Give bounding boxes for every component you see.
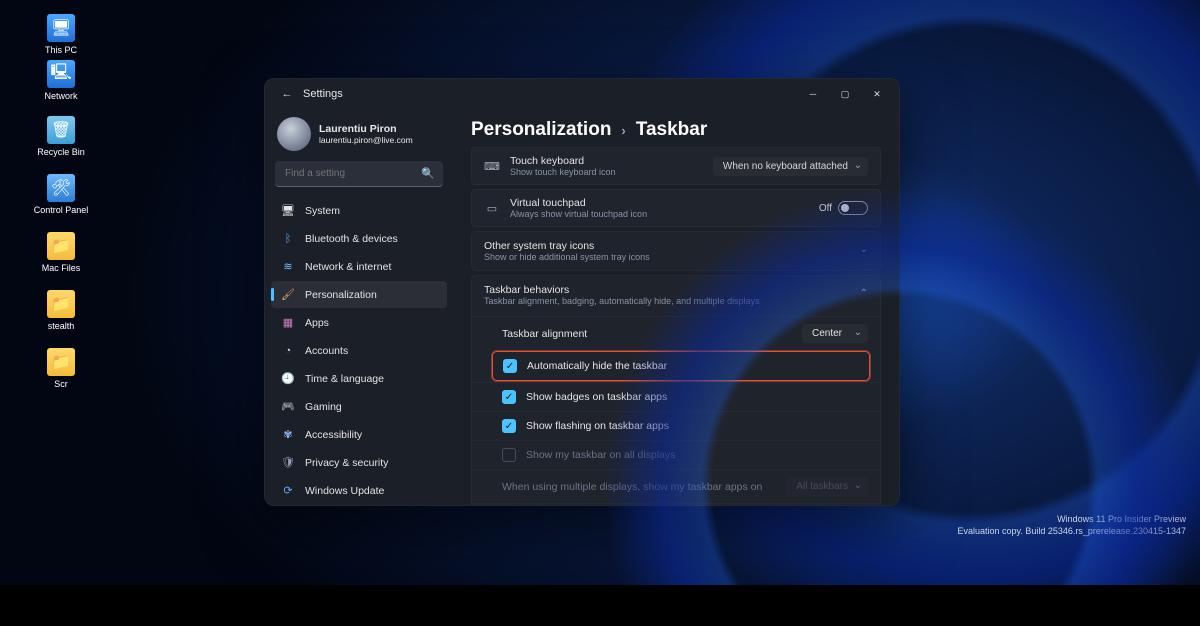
- expander-taskbar-behaviors: Taskbar behaviors Taskbar alignment, bad…: [471, 275, 881, 505]
- avatar: [277, 117, 311, 151]
- wifi-icon: ≋: [281, 260, 295, 274]
- setting-multi-display-apps: When using multiple displays, show my ta…: [472, 469, 880, 503]
- expander-head-taskbar-behaviors[interactable]: Taskbar behaviors Taskbar alignment, bad…: [472, 276, 880, 314]
- nav-windows-update[interactable]: ⟳Windows Update: [271, 477, 447, 504]
- folder-icon: 📁: [47, 290, 75, 318]
- settings-scroll[interactable]: ⌨ Touch keyboard Show touch keyboard ico…: [453, 147, 899, 505]
- desktop-icon-label: Network: [26, 91, 96, 101]
- setting-show-flashing[interactable]: ✓ Show flashing on taskbar apps: [472, 411, 880, 440]
- touchpad-icon: ▭: [484, 202, 500, 215]
- desktop-icon-label: Mac Files: [26, 263, 96, 273]
- desktop-icon-label: This PC: [26, 45, 96, 55]
- desktop-icon-stealth[interactable]: 📁 stealth: [26, 290, 96, 331]
- minimize-button[interactable]: ─: [797, 79, 829, 109]
- settings-window: ← Settings ─ ▢ ✕ Laurentiu Piron laurent…: [264, 78, 900, 506]
- nav-bluetooth[interactable]: ᛒBluetooth & devices: [271, 225, 447, 252]
- folder-icon: 📁: [47, 348, 75, 376]
- expander-other-tray-icons: Other system tray icons Show or hide add…: [471, 231, 881, 271]
- nav-system[interactable]: 🖥System: [271, 197, 447, 224]
- search-input[interactable]: [275, 161, 443, 187]
- control-panel-icon: 🛠: [47, 174, 75, 202]
- user-name: Laurentiu Piron: [319, 123, 413, 135]
- search-box: 🔍: [275, 161, 443, 187]
- virtual-touchpad-toggle[interactable]: [838, 201, 868, 215]
- setting-auto-hide-taskbar[interactable]: ✓ Automatically hide the taskbar: [492, 351, 870, 381]
- taskbar-alignment-dropdown[interactable]: Center: [802, 324, 868, 343]
- shield-icon: 🛡: [281, 456, 295, 470]
- folder-icon: 📁: [47, 232, 75, 260]
- titlebar: ← Settings ─ ▢ ✕: [265, 79, 899, 109]
- nav-gaming[interactable]: 🎮Gaming: [271, 393, 447, 420]
- nav-personalization[interactable]: 🖌Personalization: [271, 281, 447, 308]
- desktop-icon-scr[interactable]: 📁 Scr: [26, 348, 96, 389]
- nav-apps[interactable]: ▦Apps: [271, 309, 447, 336]
- user-account-row[interactable]: Laurentiu Piron laurentiu.piron@live.com: [271, 109, 447, 161]
- chevron-right-icon: ›: [621, 123, 625, 138]
- nav-network[interactable]: ≋Network & internet: [271, 253, 447, 280]
- desktop-icon-label: stealth: [26, 321, 96, 331]
- chevron-down-icon: ⌄: [860, 244, 868, 255]
- auto-hide-checkbox[interactable]: ✓: [503, 359, 517, 373]
- desktop-icon-recycle-bin[interactable]: 🗑 Recycle Bin: [26, 116, 96, 157]
- chevron-up-icon: ⌃: [860, 288, 868, 299]
- user-email: laurentiu.piron@live.com: [319, 135, 413, 145]
- keyboard-icon: ⌨: [484, 160, 500, 173]
- recycle-bin-icon: 🗑: [47, 116, 75, 144]
- network-icon: 🖳: [47, 60, 75, 88]
- desktop-icon-control-panel[interactable]: 🛠 Control Panel: [26, 174, 96, 215]
- pc-icon: 🖥: [47, 14, 75, 42]
- back-button[interactable]: ←: [271, 88, 303, 100]
- nav-privacy[interactable]: 🛡Privacy & security: [271, 449, 447, 476]
- expander-head-other-tray-icons[interactable]: Other system tray icons Show or hide add…: [472, 232, 880, 270]
- accessibility-icon: ✾: [281, 428, 295, 442]
- system-icon: 🖥: [281, 204, 295, 218]
- desktop-icon-label: Control Panel: [26, 205, 96, 215]
- windows-watermark: Windows 11 Pro Insider Preview Evaluatio…: [958, 513, 1187, 537]
- setting-taskbar-alignment: Taskbar alignment Center: [472, 316, 880, 350]
- search-icon: 🔍: [421, 167, 435, 180]
- content: Personalization › Taskbar ⌨ Touch keyboa…: [453, 109, 899, 505]
- breadcrumb: Personalization › Taskbar: [453, 109, 899, 147]
- all-displays-checkbox: [502, 448, 516, 462]
- desktop-icon-label: Recycle Bin: [26, 147, 96, 157]
- desktop-icon-this-pc[interactable]: 🖥 This PC: [26, 14, 96, 55]
- multi-display-dropdown: All taskbars: [786, 477, 868, 496]
- nav-accessibility[interactable]: ✾Accessibility: [271, 421, 447, 448]
- badges-checkbox[interactable]: ✓: [502, 390, 516, 404]
- accounts-icon: ◔: [281, 344, 295, 358]
- breadcrumb-parent[interactable]: Personalization: [471, 119, 611, 141]
- desktop-icon-mac-files[interactable]: 📁 Mac Files: [26, 232, 96, 273]
- desktop-icon-label: Scr: [26, 379, 96, 389]
- nav-accounts[interactable]: ◔Accounts: [271, 337, 447, 364]
- flashing-checkbox[interactable]: ✓: [502, 419, 516, 433]
- setting-touch-keyboard[interactable]: ⌨ Touch keyboard Show touch keyboard ico…: [471, 147, 881, 185]
- window-title: Settings: [303, 88, 343, 100]
- close-button[interactable]: ✕: [861, 79, 893, 109]
- nav-time-language[interactable]: 🕘Time & language: [271, 365, 447, 392]
- setting-virtual-touchpad[interactable]: ▭ Virtual touchpad Always show virtual t…: [471, 189, 881, 227]
- desktop-icon-network[interactable]: 🖳 Network: [26, 60, 96, 101]
- gaming-icon: 🎮: [281, 400, 295, 414]
- maximize-button[interactable]: ▢: [829, 79, 861, 109]
- setting-show-badges[interactable]: ✓ Show badges on taskbar apps: [472, 382, 880, 411]
- update-icon: ⟳: [281, 484, 295, 498]
- apps-icon: ▦: [281, 316, 295, 330]
- desktop: 🖥 This PC 🖳 Network 🗑 Recycle Bin 🛠 Cont…: [0, 0, 1200, 585]
- nav: 🖥System ᛒBluetooth & devices ≋Network & …: [271, 197, 447, 504]
- clock-icon: 🕘: [281, 372, 295, 386]
- sidebar: Laurentiu Piron laurentiu.piron@live.com…: [265, 109, 453, 505]
- touch-keyboard-dropdown[interactable]: When no keyboard attached: [713, 157, 868, 176]
- breadcrumb-current: Taskbar: [636, 119, 707, 141]
- setting-share-window[interactable]: ✓ Share any window from my taskbar: [472, 503, 880, 505]
- image-border-bottom: [0, 585, 1200, 626]
- brush-icon: 🖌: [281, 288, 295, 302]
- setting-all-displays: Show my taskbar on all displays: [472, 440, 880, 469]
- bluetooth-icon: ᛒ: [281, 232, 295, 246]
